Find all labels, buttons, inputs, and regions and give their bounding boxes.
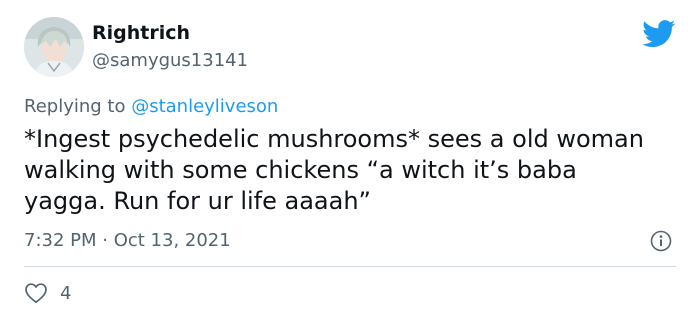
twitter-bird-icon[interactable] <box>642 20 676 48</box>
reply-prefix: Replying to <box>24 96 132 117</box>
like-button[interactable]: 4 <box>24 282 71 304</box>
heart-icon <box>25 283 47 304</box>
like-count: 4 <box>60 282 72 304</box>
avatar[interactable] <box>24 17 84 77</box>
reply-context: Replying to @stanleyliveson <box>24 96 278 117</box>
user-handle[interactable]: @samygus13141 <box>92 50 248 71</box>
divider <box>24 266 676 267</box>
tweet-timestamp[interactable]: 7:32 PM · Oct 13, 2021 <box>24 230 231 251</box>
display-name[interactable]: Rightrich <box>92 22 190 44</box>
info-icon[interactable] <box>650 230 672 252</box>
tweet-text: *Ingest psychedelic mushrooms* sees a ol… <box>24 125 644 215</box>
reply-to-mention[interactable]: @stanleyliveson <box>131 96 278 117</box>
